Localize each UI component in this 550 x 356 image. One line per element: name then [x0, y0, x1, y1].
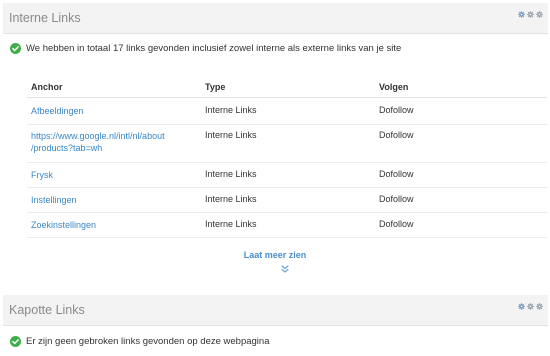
link-type: Interne Links	[205, 194, 257, 204]
panel-settings[interactable]	[518, 11, 543, 18]
anchor-link-line: https://www.google.nl/intl/nl/about	[31, 131, 165, 141]
gear-icon[interactable]	[527, 303, 534, 310]
gear-icon[interactable]	[536, 11, 543, 18]
anchor-link[interactable]: Instellingen	[31, 194, 77, 206]
table-row: https://www.google.nl/intl/nl/about /pro…	[27, 125, 547, 163]
check-circle-icon	[10, 336, 21, 347]
links-table: Anchor Type Volgen Afbeeldingen Interne …	[27, 75, 547, 238]
check-circle-icon	[10, 43, 21, 54]
link-follow: Dofollow	[379, 169, 414, 179]
table-row: Afbeeldingen Interne Links Dofollow	[27, 98, 547, 125]
gear-icon[interactable]	[518, 11, 525, 18]
link-follow: Dofollow	[379, 105, 414, 115]
column-header-follow: Volgen	[379, 82, 409, 92]
status-text: We hebben in totaal 17 links gevonden in…	[26, 43, 402, 54]
chevron-down-icon[interactable]	[280, 265, 290, 273]
internal-links-status: We hebben in totaal 17 links gevonden in…	[10, 43, 401, 54]
show-more-button[interactable]: Laat meer zien	[0, 250, 550, 260]
table-row: Zoekinstellingen Interne Links Dofollow	[27, 213, 547, 238]
panel-settings[interactable]	[518, 303, 543, 310]
link-type: Interne Links	[205, 130, 257, 140]
anchor-link-line: /products?tab=wh	[31, 143, 103, 153]
link-type: Interne Links	[205, 105, 257, 115]
panel-title: Kapotte Links	[9, 303, 85, 317]
column-header-anchor: Anchor	[31, 82, 63, 92]
table-row: Instellingen Interne Links Dofollow	[27, 188, 547, 213]
link-follow: Dofollow	[379, 194, 414, 204]
gear-icon[interactable]	[536, 303, 543, 310]
link-follow: Dofollow	[379, 219, 414, 229]
link-type: Interne Links	[205, 169, 257, 179]
table-header: Anchor Type Volgen	[27, 75, 547, 98]
link-follow: Dofollow	[379, 130, 414, 140]
anchor-link[interactable]: Frysk	[31, 169, 53, 181]
table-row: Frysk Interne Links Dofollow	[27, 163, 547, 188]
link-type: Interne Links	[205, 219, 257, 229]
anchor-link[interactable]: Zoekinstellingen	[31, 219, 96, 231]
column-header-type: Type	[205, 82, 226, 92]
broken-links-status: Er zijn geen gebroken links gevonden op …	[10, 336, 269, 347]
status-text: Er zijn geen gebroken links gevonden op …	[26, 336, 270, 347]
gear-icon[interactable]	[518, 303, 525, 310]
gear-icon[interactable]	[527, 11, 534, 18]
broken-links-header: Kapotte Links	[3, 295, 548, 326]
anchor-link[interactable]: https://www.google.nl/intl/nl/about /pro…	[31, 130, 165, 154]
panel-title: Interne Links	[9, 11, 81, 25]
internal-links-header: Interne Links	[3, 3, 548, 34]
anchor-link[interactable]: Afbeeldingen	[31, 105, 84, 117]
